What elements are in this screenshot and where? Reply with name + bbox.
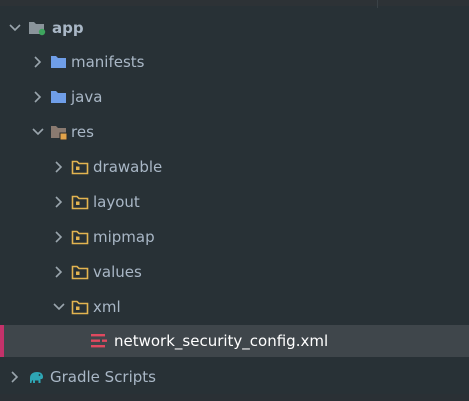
chevron-down-icon[interactable] <box>8 21 22 35</box>
project-tree-panel: app manifests java res drawable layout m… <box>0 0 469 401</box>
tree-node-label: Gradle Scripts <box>50 368 156 386</box>
resource-folder-icon <box>50 124 68 140</box>
tree-node-values[interactable]: values <box>0 256 469 288</box>
tree-node-label: layout <box>93 193 140 211</box>
tree-node-label: app <box>52 19 84 37</box>
resource-package-folder-icon <box>71 159 89 175</box>
blue-folder-icon <box>50 54 68 70</box>
chevron-right-icon[interactable] <box>31 55 45 69</box>
tree-node-network-security-config[interactable]: network_security_config.xml <box>0 325 469 357</box>
tree-node-java[interactable]: java <box>0 81 469 113</box>
panel-bottom-edge <box>0 394 469 401</box>
tree-node-label: values <box>93 263 142 281</box>
chevron-right-icon[interactable] <box>52 230 66 244</box>
chevron-right-icon[interactable] <box>31 90 45 104</box>
tree-node-label: xml <box>93 298 121 316</box>
tree-node-xml[interactable]: xml <box>0 291 469 323</box>
tree-node-layout[interactable]: layout <box>0 186 469 218</box>
tree-node-drawable[interactable]: drawable <box>0 151 469 183</box>
tree-node-label: res <box>71 123 94 141</box>
toolbar-edge <box>0 0 469 6</box>
tree-node-gradle-scripts[interactable]: Gradle Scripts <box>0 361 469 393</box>
xml-file-icon <box>90 333 108 349</box>
resource-package-folder-icon <box>71 264 89 280</box>
resource-package-folder-icon <box>71 299 89 315</box>
tree-node-label: drawable <box>93 158 163 176</box>
tree-node-label: network_security_config.xml <box>114 332 329 350</box>
toolbar-divider <box>377 0 378 8</box>
chevron-down-icon[interactable] <box>52 300 66 314</box>
chevron-right-icon[interactable] <box>52 160 66 174</box>
gradle-elephant-icon <box>27 369 45 385</box>
resource-package-folder-icon <box>71 194 89 210</box>
tree-node-label: java <box>71 88 103 106</box>
tree-node-manifests[interactable]: manifests <box>0 46 469 78</box>
chevron-down-icon[interactable] <box>31 125 45 139</box>
tree-node-label: manifests <box>71 53 145 71</box>
android-module-folder-icon <box>28 20 46 36</box>
tree-node-res[interactable]: res <box>0 116 469 148</box>
chevron-right-icon[interactable] <box>52 195 66 209</box>
tree-node-mipmap[interactable]: mipmap <box>0 221 469 253</box>
chevron-right-icon[interactable] <box>8 370 22 384</box>
tree-node-label: mipmap <box>93 228 155 246</box>
resource-package-folder-icon <box>71 229 89 245</box>
tree-node-app[interactable]: app <box>0 12 469 44</box>
selection-marker <box>0 325 4 357</box>
chevron-right-icon[interactable] <box>52 265 66 279</box>
blue-folder-icon <box>50 89 68 105</box>
